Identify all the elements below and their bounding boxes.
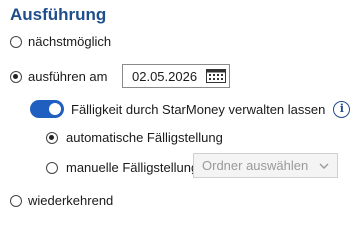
radio-next-possible[interactable]: nächstmöglich [10,34,111,49]
radio-manual-due-circle[interactable] [46,161,58,174]
radio-execute-on-label: ausführen am [28,69,108,84]
radio-next-possible-label: nächstmöglich [28,34,112,49]
due-management-toggle-row[interactable]: Fälligkeit durch StarMoney verwalten las… [30,100,350,118]
radio-execute-on-circle[interactable] [10,70,22,83]
radio-recurring-label: wiederkehrend [28,193,114,208]
radio-manual-due-label: manuelle Fälligstellung [66,160,199,175]
due-management-toggle[interactable] [30,100,64,118]
radio-next-possible-circle[interactable] [10,35,22,48]
radio-manual-due[interactable]: manuelle Fälligstellung [46,160,198,175]
folder-select[interactable]: Ordner auswählen [193,153,338,178]
radio-auto-due[interactable]: automatische Fälligstellung [46,130,223,145]
due-management-toggle-label: Fälligkeit durch StarMoney verwalten las… [71,101,326,117]
toggle-knob [49,103,61,115]
date-value[interactable]: 02.05.2026 [132,69,197,84]
calendar-icon[interactable] [206,69,226,83]
radio-recurring[interactable]: wiederkehrend [10,193,113,208]
folder-select-placeholder: Ordner auswählen [202,158,309,173]
info-icon[interactable]: i [333,100,350,118]
radio-auto-due-circle[interactable] [46,131,58,144]
radio-recurring-circle[interactable] [10,194,22,207]
chevron-down-icon [319,163,329,169]
section-title: Ausführung [10,5,107,24]
radio-execute-on[interactable]: ausführen am [10,69,108,84]
radio-auto-due-label: automatische Fälligstellung [66,130,223,145]
date-field[interactable]: 02.05.2026 [122,64,230,88]
